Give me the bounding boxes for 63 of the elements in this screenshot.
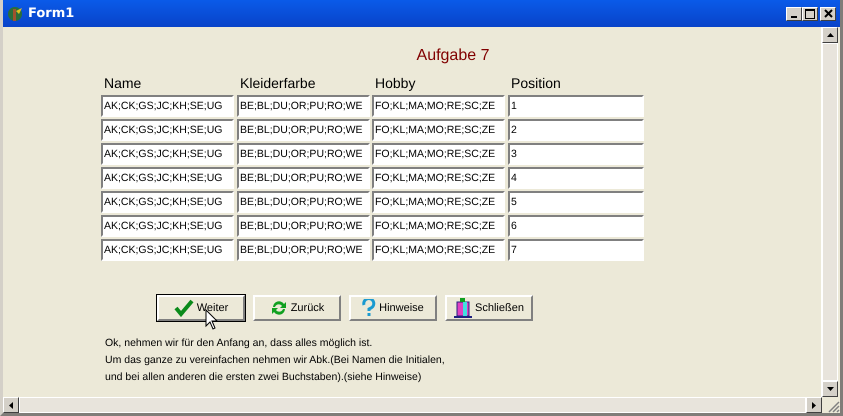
text-field[interactable]: 6 bbox=[508, 215, 644, 237]
command-button[interactable]: Hinweise bbox=[349, 295, 437, 321]
close-icon bbox=[824, 9, 832, 18]
minimize-icon bbox=[791, 16, 797, 18]
text-field[interactable]: BE;BL;DU;OR;PU;RO;WE bbox=[237, 95, 370, 117]
text-field[interactable]: FO;KL;MA;MO;RE;SC;ZE bbox=[372, 239, 505, 261]
text-field[interactable]: AK;CK;GS;JC;KH;SE;UG bbox=[101, 95, 234, 117]
text-field[interactable]: BE;BL;DU;OR;PU;RO;WE bbox=[237, 167, 370, 189]
text-field[interactable]: FO;KL;MA;MO;RE;SC;ZE bbox=[372, 191, 505, 213]
text-field[interactable]: AK;CK;GS;JC;KH;SE;UG bbox=[101, 143, 234, 165]
hint-text: Um das ganze zu vereinfachen nehmen wir Abk.(Bei Namen die Initialen, bbox=[105, 353, 446, 368]
maximize-icon bbox=[805, 8, 815, 18]
door-icon bbox=[454, 298, 472, 318]
text-field[interactable]: 3 bbox=[508, 143, 644, 165]
question-mark-icon bbox=[362, 299, 376, 317]
down-arrow-icon bbox=[826, 387, 834, 391]
left-arrow-icon bbox=[9, 402, 13, 408]
command-button[interactable]: Schließen bbox=[445, 295, 533, 321]
column-label: Name bbox=[103, 75, 142, 91]
column-label: Kleiderfarbe bbox=[239, 75, 316, 91]
right-arrow-icon bbox=[812, 402, 816, 408]
text-field[interactable]: 1 bbox=[508, 95, 644, 117]
maximize-button[interactable] bbox=[802, 6, 818, 20]
text-field[interactable]: BE;BL;DU;OR;PU;RO;WE bbox=[237, 239, 370, 261]
command-button[interactable]: Zurück bbox=[253, 295, 341, 321]
scroll-left-button[interactable] bbox=[3, 397, 19, 413]
text-field[interactable]: FO;KL;MA;MO;RE;SC;ZE bbox=[372, 119, 505, 141]
window-title: Form1 bbox=[28, 6, 74, 21]
command-button[interactable]: Weiter bbox=[157, 295, 245, 321]
text-field[interactable]: 7 bbox=[508, 239, 644, 261]
app-icon bbox=[7, 6, 23, 22]
scroll-down-button[interactable] bbox=[822, 381, 838, 397]
scroll-right-button[interactable] bbox=[806, 397, 822, 413]
text-field[interactable]: AK;CK;GS;JC;KH;SE;UG bbox=[101, 215, 234, 237]
text-field[interactable]: AK;CK;GS;JC;KH;SE;UG bbox=[101, 239, 234, 261]
checkmark-icon bbox=[174, 299, 194, 317]
column-label: Hobby bbox=[374, 75, 416, 91]
text-field[interactable]: 5 bbox=[508, 191, 644, 213]
text-field[interactable]: BE;BL;DU;OR;PU;RO;WE bbox=[237, 215, 370, 237]
text-field[interactable]: AK;CK;GS;JC;KH;SE;UG bbox=[101, 191, 234, 213]
text-field[interactable]: AK;CK;GS;JC;KH;SE;UG bbox=[101, 167, 234, 189]
hint-text: und bei allen anderen die ersten zwei Buchstaben).(siehe Hinweise) bbox=[105, 370, 422, 385]
text-field[interactable]: AK;CK;GS;JC;KH;SE;UG bbox=[101, 119, 234, 141]
hint-text: Ok, nehmen wir für den Anfang an, dass alles möglich ist. bbox=[105, 336, 374, 351]
minimize-button[interactable] bbox=[786, 6, 802, 20]
form-heading: Aufgabe 7 bbox=[416, 47, 490, 65]
scroll-up-button[interactable] bbox=[822, 27, 838, 43]
refresh-icon bbox=[270, 299, 288, 317]
text-field[interactable]: FO;KL;MA;MO;RE;SC;ZE bbox=[372, 167, 505, 189]
text-field[interactable]: FO;KL;MA;MO;RE;SC;ZE bbox=[372, 215, 505, 237]
text-field[interactable]: FO;KL;MA;MO;RE;SC;ZE bbox=[372, 95, 505, 117]
column-label: Position bbox=[510, 75, 562, 91]
text-field[interactable]: 2 bbox=[508, 119, 644, 141]
size-grip-icon[interactable] bbox=[828, 401, 840, 413]
horizontal-scrollbar[interactable] bbox=[3, 397, 822, 413]
text-field[interactable]: 4 bbox=[508, 167, 644, 189]
vertical-scrollbar[interactable] bbox=[821, 27, 838, 397]
text-field[interactable]: BE;BL;DU;OR;PU;RO;WE bbox=[237, 119, 370, 141]
text-field[interactable]: BE;BL;DU;OR;PU;RO;WE bbox=[237, 143, 370, 165]
text-field[interactable]: BE;BL;DU;OR;PU;RO;WE bbox=[237, 191, 370, 213]
up-arrow-icon bbox=[826, 33, 834, 37]
text-field[interactable]: FO;KL;MA;MO;RE;SC;ZE bbox=[372, 143, 505, 165]
close-button[interactable] bbox=[820, 6, 836, 20]
